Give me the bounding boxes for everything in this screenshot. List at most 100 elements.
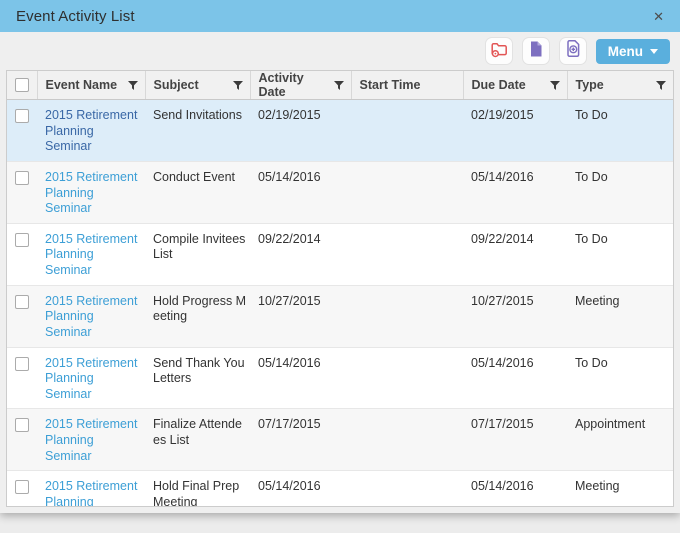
type-cell: To Do xyxy=(567,223,673,286)
subject-cell: Compile Invitees List xyxy=(145,223,250,286)
activity-date-cell: 05/14/2016 xyxy=(250,161,351,224)
column-label: Type xyxy=(575,78,604,92)
subject-cell: Send Thank You Letters xyxy=(145,347,250,410)
event-name-cell: 2015 Retirement Planning Seminar xyxy=(37,223,145,286)
table-body: 2015 Retirement Planning Seminar Send In… xyxy=(7,99,673,506)
row-select-cell xyxy=(7,470,37,506)
dialog-toolbar: Menu xyxy=(0,32,680,70)
subject-cell: Hold Progress Meeting xyxy=(145,285,250,348)
table-row[interactable]: 2015 Retirement Planning Seminar Compile… xyxy=(7,223,673,286)
completed-activities-button[interactable] xyxy=(484,37,513,65)
event-activity-list-dialog: Event Activity List ✕ Menu Event Name Su… xyxy=(0,0,680,513)
row-select-cell xyxy=(7,161,37,224)
subject-cell: Hold Final Prep Meeting xyxy=(145,470,250,506)
filter-icon[interactable] xyxy=(333,80,344,90)
event-name-cell: 2015 Retirement Planning Seminar xyxy=(37,161,145,224)
event-name-link[interactable]: 2015 Retirement Planning Seminar xyxy=(45,356,137,401)
due-date-cell: 05/14/2016 xyxy=(463,470,567,506)
event-name-cell: 2015 Retirement Planning Seminar xyxy=(37,408,145,472)
subject-cell: Finalize Attendees List xyxy=(145,408,250,472)
filter-icon[interactable] xyxy=(232,80,243,90)
event-name-link[interactable]: 2015 Retirement Planning Seminar xyxy=(45,479,137,506)
notes-history-button[interactable] xyxy=(521,37,550,65)
column-header-start-time[interactable]: Start Time xyxy=(351,71,464,100)
row-select-cell xyxy=(7,99,37,162)
type-cell: Meeting xyxy=(567,285,673,348)
due-date-cell: 10/27/2015 xyxy=(463,285,567,348)
activity-date-cell: 07/17/2015 xyxy=(250,408,351,472)
table-row[interactable]: 2015 Retirement Planning Seminar Hold Pr… xyxy=(7,285,673,348)
add-note-button[interactable] xyxy=(558,37,587,65)
table-row[interactable]: 2015 Retirement Planning Seminar Send In… xyxy=(7,99,673,162)
dialog-titlebar: Event Activity List ✕ xyxy=(0,0,680,32)
due-date-cell: 05/14/2016 xyxy=(463,347,567,410)
menu-button[interactable]: Menu xyxy=(595,38,670,64)
type-cell: To Do xyxy=(567,161,673,224)
activity-date-cell: 09/22/2014 xyxy=(250,223,351,286)
column-header-subject[interactable]: Subject xyxy=(145,71,251,100)
type-cell: Appointment xyxy=(567,408,673,472)
table-row[interactable]: 2015 Retirement Planning Seminar Conduct… xyxy=(7,161,673,224)
table-row[interactable]: 2015 Retirement Planning Seminar Finaliz… xyxy=(7,408,673,472)
activity-date-cell: 05/14/2016 xyxy=(250,470,351,506)
add-note-icon xyxy=(563,39,583,64)
start-time-cell xyxy=(351,347,463,410)
row-checkbox[interactable] xyxy=(15,109,29,123)
event-name-link[interactable]: 2015 Retirement Planning Seminar xyxy=(45,108,137,153)
page-background: Event Activity List ✕ Menu Event Name Su… xyxy=(0,0,680,533)
dialog-title: Event Activity List xyxy=(16,7,135,25)
event-name-link[interactable]: 2015 Retirement Planning Seminar xyxy=(45,294,137,339)
event-name-link[interactable]: 2015 Retirement Planning Seminar xyxy=(45,417,137,462)
column-header-type[interactable]: Type xyxy=(567,71,673,100)
table-row[interactable]: 2015 Retirement Planning Seminar Send Th… xyxy=(7,347,673,410)
column-label: Start Time xyxy=(359,78,421,92)
column-header-event-name[interactable]: Event Name xyxy=(37,71,146,100)
event-name-cell: 2015 Retirement Planning Seminar xyxy=(37,285,145,348)
row-checkbox[interactable] xyxy=(15,170,29,185)
column-label: Subject xyxy=(153,78,199,92)
column-label: Due Date xyxy=(471,78,526,92)
start-time-cell xyxy=(351,223,463,286)
row-select-cell xyxy=(7,285,37,348)
due-date-cell: 09/22/2014 xyxy=(463,223,567,286)
row-select-cell xyxy=(7,223,37,286)
close-icon[interactable]: ✕ xyxy=(649,6,668,27)
table-header-row: Event Name Subject Activity Date Start T… xyxy=(7,71,673,100)
activity-date-cell: 05/14/2016 xyxy=(250,347,351,410)
filter-icon[interactable] xyxy=(656,80,666,90)
event-name-cell: 2015 Retirement Planning Seminar xyxy=(37,470,145,506)
row-checkbox[interactable] xyxy=(15,232,29,247)
due-date-cell: 07/17/2015 xyxy=(463,408,567,472)
header-select-all-cell xyxy=(7,71,38,100)
activity-table-container: Event Name Subject Activity Date Start T… xyxy=(6,70,674,507)
column-header-due-date[interactable]: Due Date xyxy=(463,71,568,100)
filter-icon[interactable] xyxy=(127,80,138,90)
type-cell: To Do xyxy=(567,347,673,410)
row-checkbox[interactable] xyxy=(15,480,29,495)
activity-date-cell: 10/27/2015 xyxy=(250,285,351,348)
row-checkbox[interactable] xyxy=(15,418,29,433)
event-name-cell: 2015 Retirement Planning Seminar xyxy=(37,99,145,162)
completed-activities-icon xyxy=(489,39,509,64)
row-select-cell xyxy=(7,408,37,472)
subject-cell: Conduct Event xyxy=(145,161,250,224)
filter-icon[interactable] xyxy=(549,80,560,90)
row-checkbox[interactable] xyxy=(15,294,29,309)
start-time-cell xyxy=(351,99,463,162)
notes-history-icon xyxy=(526,39,546,64)
table-row[interactable]: 2015 Retirement Planning Seminar Hold Fi… xyxy=(7,470,673,506)
activity-date-cell: 02/19/2015 xyxy=(250,99,351,162)
type-cell: To Do xyxy=(567,99,673,162)
column-header-activity-date[interactable]: Activity Date xyxy=(250,71,352,100)
column-label: Event Name xyxy=(45,78,118,92)
event-name-link[interactable]: 2015 Retirement Planning Seminar xyxy=(45,232,137,277)
start-time-cell xyxy=(351,285,463,348)
start-time-cell xyxy=(351,161,463,224)
event-name-link[interactable]: 2015 Retirement Planning Seminar xyxy=(45,170,137,215)
row-checkbox[interactable] xyxy=(15,356,29,371)
subject-cell: Send Invitations xyxy=(145,99,250,162)
start-time-cell xyxy=(351,470,463,506)
start-time-cell xyxy=(351,408,463,472)
select-all-checkbox[interactable] xyxy=(15,78,30,92)
type-cell: Meeting xyxy=(567,470,673,506)
